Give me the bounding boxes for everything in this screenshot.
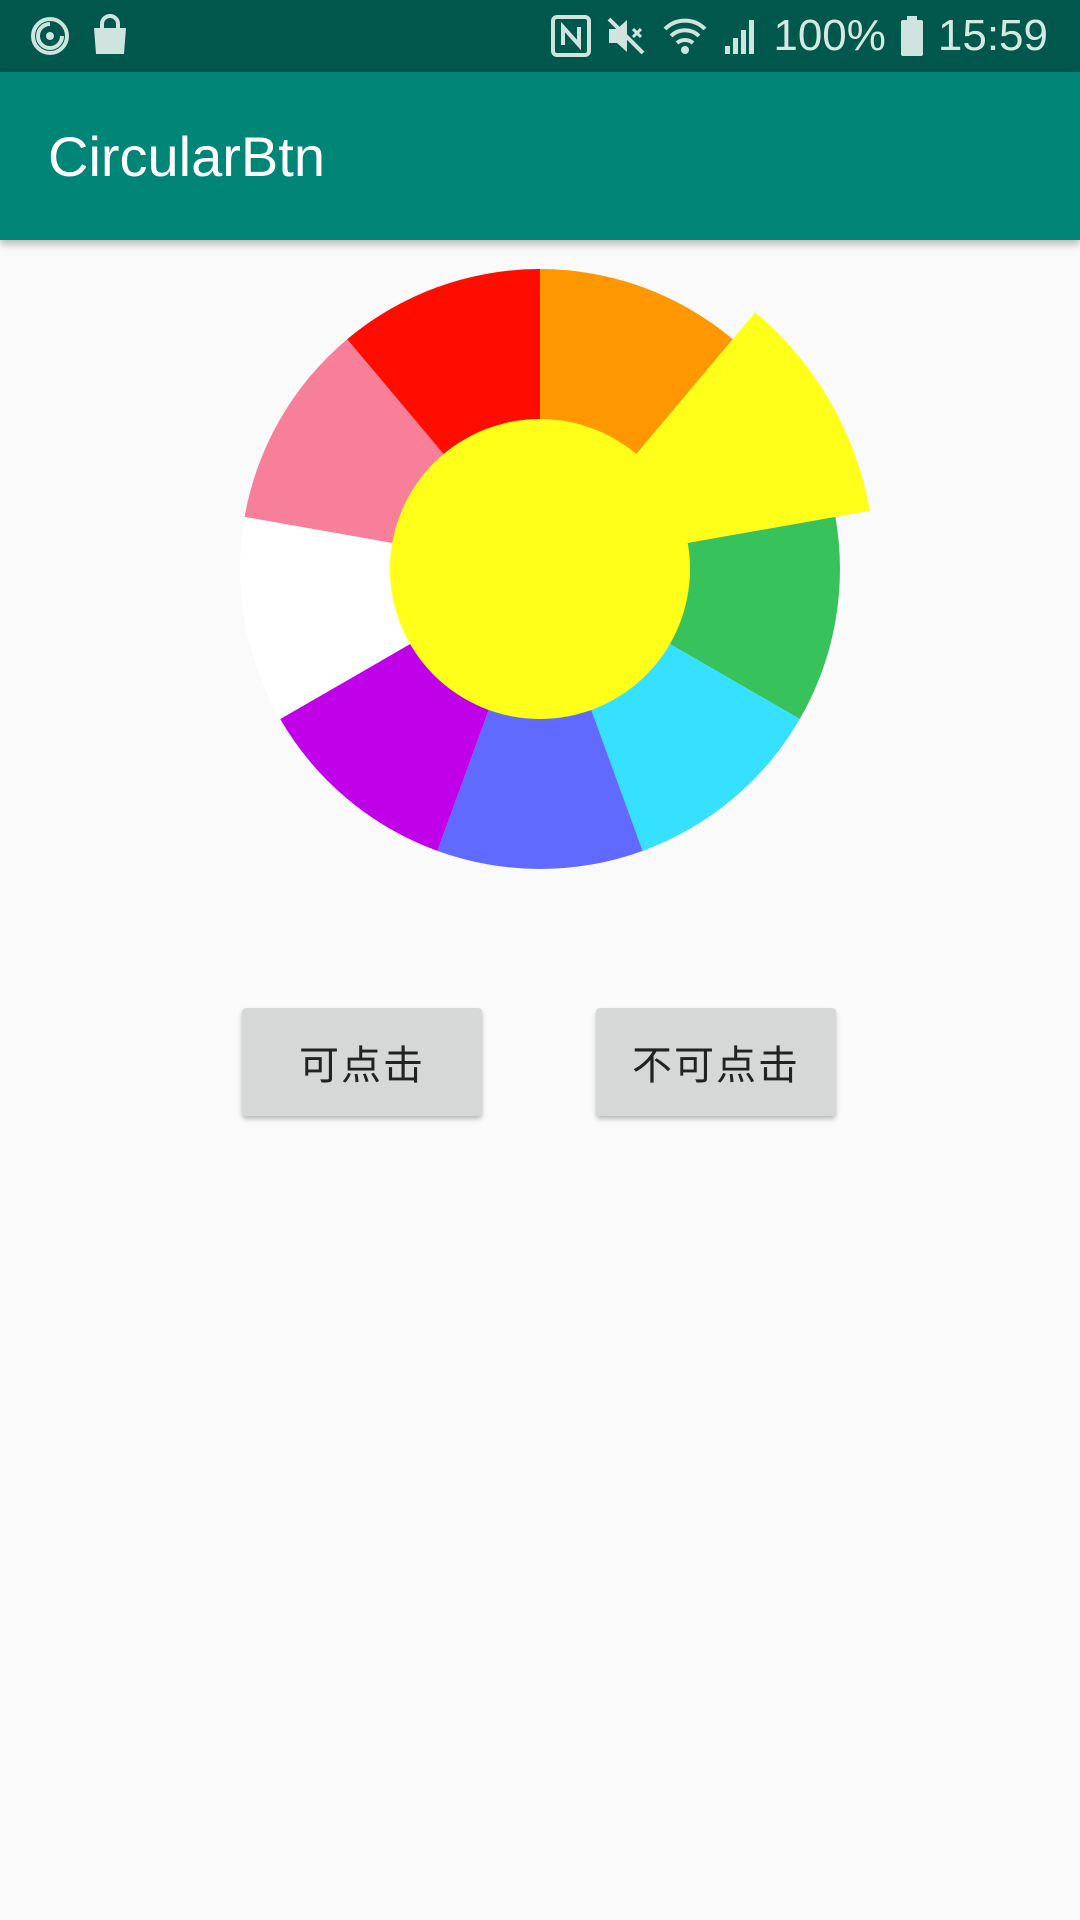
shopping-bag-icon: [90, 14, 130, 58]
clock: 15:59: [937, 11, 1048, 60]
app-title: CircularBtn: [48, 125, 325, 188]
circular-color-wheel[interactable]: [0, 240, 1080, 880]
battery-percent: 100%: [773, 11, 886, 60]
sync-icon: [28, 14, 72, 58]
wifi-icon: [661, 15, 709, 57]
clickable-button[interactable]: 可点击: [242, 1008, 482, 1116]
wheel-center-button[interactable]: [390, 419, 690, 719]
app-bar: CircularBtn: [0, 72, 1080, 240]
nfc-icon: [551, 15, 592, 57]
not-clickable-button[interactable]: 不可点击: [596, 1008, 836, 1116]
signal-icon: [723, 16, 759, 56]
mute-icon: [605, 15, 647, 57]
battery-icon: [900, 15, 924, 57]
status-bar: 100% 15:59: [0, 0, 1080, 72]
